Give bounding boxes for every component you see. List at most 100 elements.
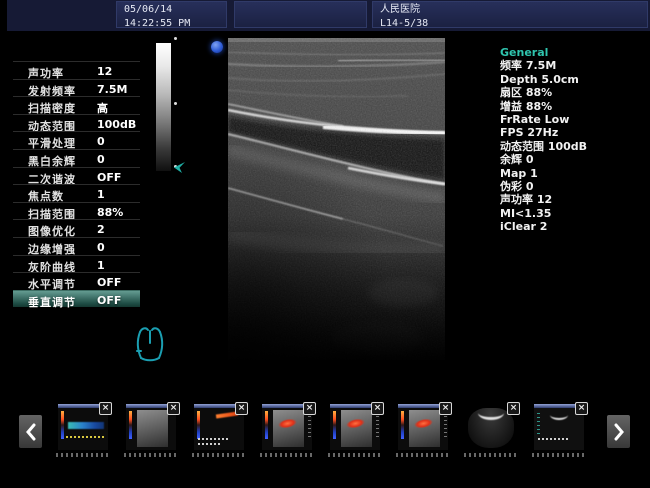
thumbnail-2[interactable]: × [126, 404, 176, 450]
thumbnail-caption [532, 453, 587, 457]
param-row-9[interactable]: 扫描范围88% [13, 202, 140, 220]
thumb-colorbar [129, 411, 132, 439]
datetime-box: 05/06/14 14:22:55 PM [116, 1, 227, 28]
param-row-7[interactable]: 二次谐波OFF [13, 167, 140, 185]
thumb-doppler-band [68, 422, 104, 429]
param-row-11[interactable]: 边缘增强0 [13, 237, 140, 255]
depth-tick-icon [174, 102, 177, 105]
thumbnail-close-button[interactable]: × [167, 402, 180, 415]
param-value: 100dB [97, 118, 136, 131]
thumbnail-caption [124, 453, 179, 457]
info-line: 声功率 12 [500, 193, 648, 206]
top-bar: 05/06/14 14:22:55 PM 人民医院 L14-5/38 [7, 0, 650, 31]
param-value: 1 [97, 188, 105, 201]
date-text: 05/06/14 [117, 3, 226, 16]
thumbnail-caption [192, 453, 247, 457]
info-line: 扇区 88% [500, 86, 648, 99]
param-value: 0 [97, 153, 105, 166]
thumbnail-close-button[interactable]: × [439, 402, 452, 415]
thumbnail-1[interactable]: × [58, 404, 108, 450]
thumb-colorbar [401, 411, 404, 439]
thumb-gray-image [409, 410, 440, 447]
info-line: 余辉 0 [500, 153, 648, 166]
param-value: OFF [97, 294, 121, 307]
probe-model: L14-5/38 [373, 17, 647, 30]
param-row-3[interactable]: 扫描密度高 [13, 96, 140, 114]
param-value: OFF [97, 171, 121, 184]
thumbnail-close-button[interactable]: × [235, 402, 248, 415]
param-label: 垂直调节 [28, 294, 76, 310]
thumbnail-close-button[interactable]: × [575, 402, 588, 415]
thumbnail-7[interactable]: × [466, 404, 516, 450]
param-value: 2 [97, 223, 105, 236]
param-value: 0 [97, 241, 105, 254]
thumbnail-close-button[interactable]: × [99, 402, 112, 415]
param-row-13[interactable]: 水平调节OFF [13, 272, 140, 290]
info-line: 频率 7.5M [500, 59, 648, 72]
close-icon: × [170, 404, 178, 413]
thumb-spectral-trace [198, 438, 228, 440]
param-row-8[interactable]: 焦点数1 [13, 184, 140, 202]
thumbnail-close-button[interactable]: × [507, 402, 520, 415]
close-icon: × [510, 404, 518, 413]
thumbnail-caption [396, 453, 451, 457]
ultrasound-app: 05/06/14 14:22:55 PM 人民医院 L14-5/38 声功率12… [0, 0, 650, 488]
thumb-spectral-trace [538, 438, 568, 440]
hospital-box: 人民医院 L14-5/38 [372, 1, 648, 28]
thumb-spectral-trace [198, 443, 222, 445]
thumb-nearfield-arc [478, 406, 504, 420]
thumb-spectral-trace [66, 436, 104, 438]
thumbnail-scroll-left-button[interactable] [19, 415, 42, 448]
param-row-2[interactable]: 发射频率7.5M [13, 79, 140, 97]
info-line: Map 1 [500, 167, 648, 180]
thumb-gray-image [341, 410, 372, 447]
parameter-panel: 声功率12发射频率7.5M扫描密度高动态范围100dB平滑处理0黑白余辉0二次谐… [13, 61, 140, 307]
thumbnail-5[interactable]: × [330, 404, 380, 450]
close-icon: × [238, 404, 246, 413]
param-row-5[interactable]: 平滑处理0 [13, 131, 140, 149]
param-row-10[interactable]: 图像优化2 [13, 219, 140, 237]
preset-title: General [500, 46, 648, 59]
beam-position-marker-icon [211, 41, 223, 53]
close-icon: × [306, 404, 314, 413]
thumbnail-scroll-right-button[interactable] [607, 415, 630, 448]
close-icon: × [442, 404, 450, 413]
param-row-6[interactable]: 黑白余辉0 [13, 149, 140, 167]
thumbnail-6[interactable]: × [398, 404, 448, 450]
thumbnail-close-button[interactable]: × [303, 402, 316, 415]
hospital-name: 人民医院 [373, 3, 647, 16]
thumb-colorbar [265, 411, 268, 439]
param-row-14[interactable]: 垂直调节 OFF [13, 290, 140, 308]
thumb-gray-image [137, 410, 168, 447]
param-value: OFF [97, 276, 121, 289]
param-value: 12 [97, 65, 112, 78]
patient-info-box [234, 1, 367, 28]
thumbnail-4[interactable]: × [262, 404, 312, 450]
param-row-12[interactable]: 灰阶曲线1 [13, 255, 140, 273]
thumbnail-3[interactable]: × [194, 404, 244, 450]
thumbnail-8[interactable]: × [534, 404, 584, 450]
info-panel: General 频率 7.5MDepth 5.0cm扇区 88%增益 88%Fr… [500, 46, 648, 234]
focus-marker-icon [173, 159, 186, 172]
thumbnail-close-button[interactable]: × [371, 402, 384, 415]
thumb-colorbar [61, 411, 64, 439]
info-line: MI<1.35 [500, 207, 648, 220]
thumb-colorbar [197, 411, 200, 439]
chevron-left-icon [25, 423, 37, 441]
thumb-text-specks [308, 412, 311, 438]
ultrasound-image[interactable] [228, 38, 445, 360]
param-row-1[interactable]: 声功率12 [13, 61, 140, 79]
info-line: 增益 88% [500, 100, 648, 113]
param-row-4[interactable]: 动态范围100dB [13, 114, 140, 132]
grayscale-bar [156, 43, 171, 171]
param-value: 88% [97, 206, 123, 219]
param-value: 0 [97, 135, 105, 148]
depth-tick-icon [174, 37, 177, 40]
info-line: Depth 5.0cm [500, 73, 648, 86]
thumbnail-caption [260, 453, 315, 457]
thumb-gray-image [273, 410, 304, 447]
thumb-text-specks [537, 413, 540, 437]
thumbnail-caption [464, 453, 519, 457]
time-text: 14:22:55 PM [117, 17, 226, 30]
info-line: FrRate Low [500, 113, 648, 126]
